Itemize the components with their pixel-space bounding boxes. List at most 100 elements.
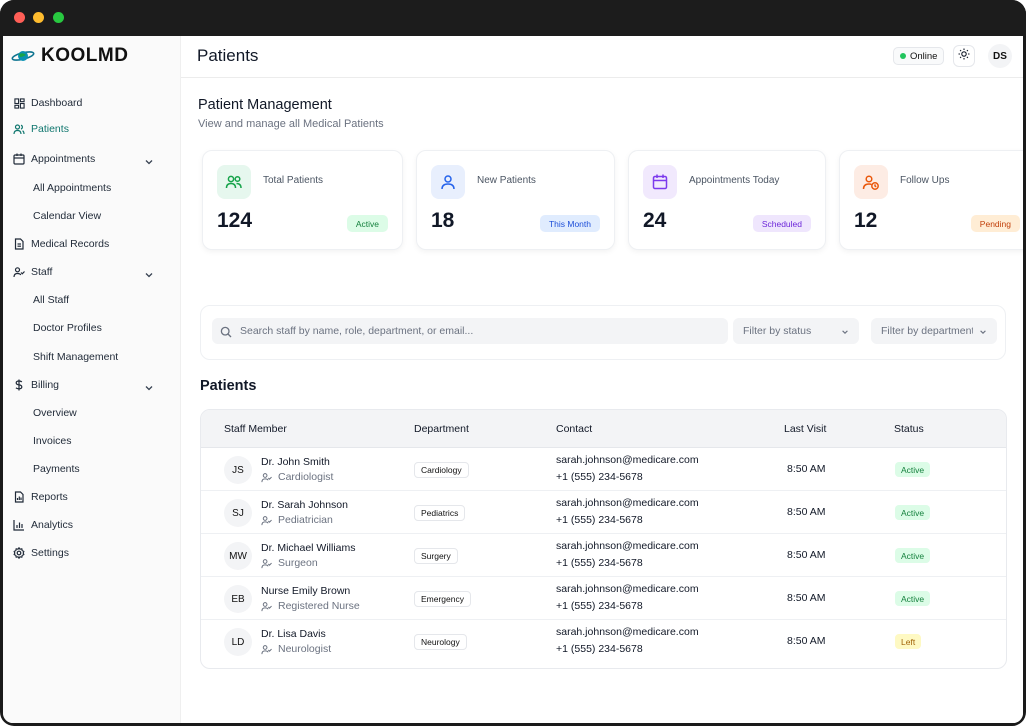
column-header-last-visit[interactable]: Last Visit: [784, 423, 826, 435]
contact-phone: +1 (555) 234-5678: [556, 557, 643, 569]
staff-role-label: Pediatrician: [278, 514, 333, 526]
chevron-down-icon: [841, 327, 849, 335]
status-badge: Active: [895, 591, 931, 606]
sidebar-item-calendar-view[interactable]: Calendar View: [33, 207, 101, 225]
sidebar-item-all-appointments[interactable]: All Appointments: [33, 179, 111, 197]
filter-bar: Filter by status Filter by department: [200, 305, 1006, 360]
sidebar-item-label: Doctor Profiles: [33, 322, 102, 334]
table-row[interactable]: MW Dr. Michael Williams Surgeon Surgery …: [201, 534, 1006, 577]
sidebar-item-shift-management[interactable]: Shift Management: [33, 348, 118, 366]
sidebar-item-dashboard[interactable]: Dashboard: [13, 93, 82, 113]
status-badge: Active: [895, 548, 931, 563]
column-header-status[interactable]: Status: [894, 423, 924, 435]
staff-role: Cardiologist: [261, 471, 333, 483]
sidebar-item-label: Calendar View: [33, 210, 102, 222]
last-visit: 8:50 AM: [787, 506, 826, 518]
users-icon: [217, 165, 251, 199]
stat-card-follow-ups[interactable]: Follow Ups 12 Pending: [839, 150, 1023, 250]
card-value: 12: [854, 209, 878, 232]
column-header-contact[interactable]: Contact: [556, 423, 592, 435]
sidebar-item-patients[interactable]: Patients: [13, 119, 69, 139]
user-check-icon: [261, 515, 272, 526]
table-row[interactable]: LD Dr. Lisa Davis Neurologist Neurology …: [201, 620, 1006, 663]
sidebar-item-label: All Appointments: [33, 182, 112, 194]
window-titlebar: [0, 0, 1026, 36]
contact-email[interactable]: sarah.johnson@medicare.com: [556, 540, 699, 552]
sidebar-item-payments[interactable]: Payments: [33, 460, 80, 478]
staff-name: Nurse Emily Brown: [261, 585, 351, 597]
contact-email[interactable]: sarah.johnson@medicare.com: [556, 583, 699, 595]
search-box[interactable]: [212, 318, 728, 344]
sidebar-item-all-staff[interactable]: All Staff: [33, 291, 69, 309]
app-window: KOOLMD Dashboard Patients Appointments A…: [3, 36, 1023, 723]
table-row[interactable]: JS Dr. John Smith Cardiologist Cardiolog…: [201, 448, 1006, 491]
column-header-staff-member[interactable]: Staff Member: [224, 423, 287, 435]
contact-email[interactable]: sarah.johnson@medicare.com: [556, 497, 699, 509]
theme-toggle-button[interactable]: [953, 45, 975, 67]
sidebar-item-label: Dashboard: [31, 97, 83, 109]
sidebar-item-label: Reports: [31, 491, 68, 503]
sidebar-item-label: Invoices: [33, 435, 72, 447]
sidebar-item-analytics[interactable]: Analytics: [13, 515, 73, 535]
staff-role-label: Cardiologist: [278, 471, 334, 483]
sidebar-item-invoices[interactable]: Invoices: [33, 432, 72, 450]
last-visit: 8:50 AM: [787, 635, 826, 647]
contact-phone: +1 (555) 234-5678: [556, 643, 643, 655]
sidebar-item-medical-records[interactable]: Medical Records: [13, 234, 109, 254]
user-check-icon: [261, 644, 272, 655]
search-input[interactable]: [240, 325, 720, 337]
dollar-icon: [13, 379, 25, 391]
users-icon: [13, 123, 25, 135]
sidebar-item-appointments[interactable]: Appointments: [13, 149, 95, 169]
sidebar-item-label: Settings: [31, 547, 69, 559]
table-row[interactable]: SJ Dr. Sarah Johnson Pediatrician Pediat…: [201, 491, 1006, 534]
status-badge: Active: [895, 505, 931, 520]
sidebar: KOOLMD Dashboard Patients Appointments A…: [3, 36, 181, 723]
sidebar-item-label: Billing: [31, 379, 60, 391]
staff-name: Dr. Sarah Johnson: [261, 499, 348, 511]
stat-card-total-patients[interactable]: Total Patients 124 Active: [202, 150, 403, 250]
sidebar-item-label: Patients: [31, 123, 69, 135]
contact-email[interactable]: sarah.johnson@medicare.com: [556, 626, 699, 638]
bar-chart-icon: [13, 519, 25, 531]
user-check-icon: [261, 472, 272, 483]
column-header-department[interactable]: Department: [414, 423, 469, 435]
chevron-down-icon[interactable]: [144, 267, 154, 278]
sidebar-item-overview[interactable]: Overview: [33, 404, 77, 422]
table-row[interactable]: EB Nurse Emily Brown Registered Nurse Em…: [201, 577, 1006, 620]
stat-card-new-patients[interactable]: New Patients 18 This Month: [416, 150, 615, 250]
contact-phone: +1 (555) 234-5678: [556, 600, 643, 612]
logo[interactable]: KOOLMD: [11, 45, 129, 66]
sidebar-item-reports[interactable]: Reports: [13, 487, 68, 507]
card-badge: Active: [346, 215, 388, 232]
sun-icon: [958, 47, 970, 65]
app-frame: KOOLMD Dashboard Patients Appointments A…: [0, 0, 1026, 726]
minimize-window-button[interactable]: [33, 12, 44, 23]
contact-email[interactable]: sarah.johnson@medicare.com: [556, 454, 699, 466]
chevron-down-icon[interactable]: [144, 380, 154, 391]
table-header: Staff Member Department Contact Last Vis…: [201, 410, 1006, 448]
close-window-button[interactable]: [14, 12, 25, 23]
chevron-down-icon[interactable]: [144, 154, 154, 165]
user-icon: [431, 165, 465, 199]
contact-phone: +1 (555) 234-5678: [556, 514, 643, 526]
department-filter-select[interactable]: Filter by department: [871, 318, 997, 344]
sidebar-item-staff[interactable]: Staff: [13, 262, 52, 282]
status-badge: Active: [895, 462, 931, 477]
logo-text: KOOLMD: [41, 45, 129, 66]
department-badge: Cardiology: [414, 462, 469, 478]
calendar-icon: [643, 165, 677, 199]
staff-role: Surgeon: [261, 557, 318, 569]
user-avatar[interactable]: DS: [988, 44, 1012, 68]
sidebar-item-label: Overview: [33, 407, 77, 419]
sidebar-item-settings[interactable]: Settings: [13, 543, 69, 563]
gear-icon: [13, 547, 25, 559]
user-check-icon: [13, 266, 25, 278]
user-check-icon: [261, 558, 272, 569]
stat-card-appointments-today[interactable]: Appointments Today 24 Scheduled: [628, 150, 826, 250]
sidebar-item-billing[interactable]: Billing: [13, 375, 59, 395]
status-filter-select[interactable]: Filter by status: [733, 318, 859, 344]
sidebar-item-doctor-profiles[interactable]: Doctor Profiles: [33, 319, 102, 337]
maximize-window-button[interactable]: [53, 12, 64, 23]
calendar-icon: [13, 153, 25, 165]
